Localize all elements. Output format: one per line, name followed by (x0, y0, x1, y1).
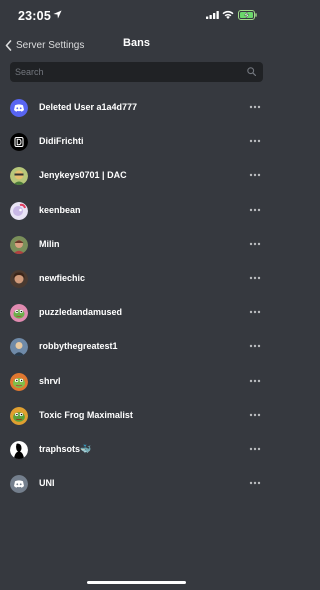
ban-username: keenbean (39, 204, 81, 215)
ban-list-item[interactable]: traphsots🐳 (0, 433, 273, 467)
more-horizontal-icon (249, 379, 261, 382)
ban-list-item[interactable]: newfiechic (0, 262, 273, 296)
ban-list-item[interactable]: Milin (0, 228, 273, 262)
status-bar: 23:05 (0, 0, 273, 32)
ban-list-item[interactable]: Deleted User a1a4d777 (0, 91, 273, 125)
more-horizontal-icon (249, 276, 261, 280)
page-title: Bans (123, 37, 150, 49)
search-box (10, 62, 263, 82)
more-options-button[interactable] (249, 273, 261, 283)
ban-list: Deleted User a1a4d777 DidiFrichti Jenyke… (0, 91, 273, 501)
ban-username: Deleted User a1a4d777 (39, 102, 138, 112)
ban-username: DidiFrichti (39, 136, 84, 147)
ban-list-item[interactable]: UNI (0, 467, 273, 501)
ban-username: UNI (39, 478, 55, 489)
more-horizontal-icon (249, 310, 261, 314)
more-horizontal-icon (249, 413, 261, 416)
letter-d-logo-icon (10, 133, 28, 152)
ban-username: Jenykeys0701 | DAC (39, 170, 127, 181)
more-options-button[interactable] (249, 410, 261, 420)
cartoon-avatar-icon (10, 338, 28, 357)
wifi-icon (222, 10, 234, 19)
cartoon-avatar-icon (10, 201, 28, 220)
ban-list-item[interactable]: DidiFrichti (0, 125, 273, 159)
ban-username: Milin (39, 238, 60, 249)
cartoon-avatar-icon (10, 235, 28, 254)
search-input[interactable] (15, 62, 235, 82)
more-horizontal-icon (249, 139, 261, 143)
silhouette-avatar-icon (10, 440, 28, 459)
pepe-frog-avatar-icon (10, 406, 28, 425)
ban-username: robbythegreatest1 (39, 341, 118, 352)
pepe-frog-avatar-icon (10, 304, 28, 323)
ban-username: newfiechic (39, 272, 86, 283)
more-horizontal-icon (249, 481, 261, 485)
ban-list-item[interactable]: Jenykeys0701 | DAC (0, 159, 273, 193)
more-options-button[interactable] (249, 341, 261, 351)
more-horizontal-icon (249, 447, 261, 451)
photo-avatar-icon (10, 269, 28, 288)
discord-logo-icon (10, 475, 28, 494)
more-options-button[interactable] (249, 239, 261, 249)
ban-list-item[interactable]: shrvl (0, 365, 273, 399)
ban-list-item[interactable]: robbythegreatest1 (0, 330, 273, 364)
more-options-button[interactable] (249, 478, 261, 488)
ban-username: Toxic Frog Maximalist (39, 409, 133, 420)
more-options-button[interactable] (249, 307, 261, 317)
ban-list-item[interactable]: puzzledandamused (0, 296, 273, 330)
more-horizontal-icon (249, 345, 261, 348)
more-options-button[interactable] (249, 376, 261, 386)
cellular-signal-icon (206, 11, 219, 19)
more-options-button[interactable] (249, 170, 261, 180)
ban-username: traphsots🐳 (39, 443, 92, 454)
ban-list-item[interactable]: Toxic Frog Maximalist (0, 399, 273, 433)
cartoon-avatar-icon (10, 167, 28, 186)
more-options-button[interactable] (249, 136, 261, 146)
home-indicator (87, 581, 186, 584)
ban-list-item[interactable]: keenbean (0, 194, 273, 228)
more-horizontal-icon (249, 208, 261, 211)
status-time: 23:05 (18, 9, 51, 23)
ban-username: shrvl (39, 375, 61, 386)
battery-charging-icon (238, 10, 257, 20)
pepe-frog-avatar-icon (10, 372, 28, 391)
search-icon (247, 67, 256, 76)
header: Server Settings Bans (0, 32, 273, 58)
location-arrow-icon (53, 10, 62, 19)
more-horizontal-icon (249, 105, 261, 109)
more-options-button[interactable] (249, 102, 261, 112)
more-horizontal-icon (249, 174, 261, 177)
ban-username: puzzledandamused (39, 307, 123, 318)
more-options-button[interactable] (249, 205, 261, 215)
discord-logo-icon (10, 99, 28, 117)
more-horizontal-icon (249, 242, 261, 245)
more-options-button[interactable] (249, 444, 261, 454)
